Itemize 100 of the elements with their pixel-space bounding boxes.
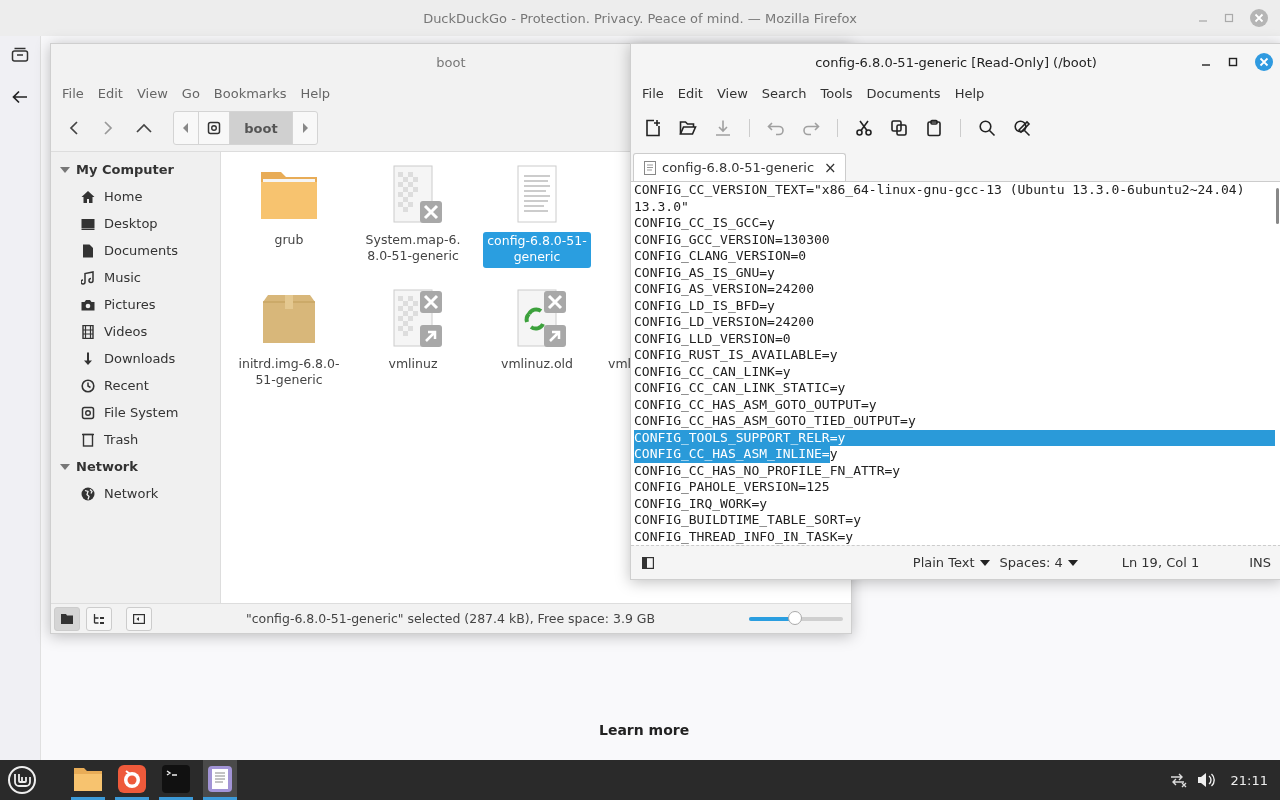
code-line: CONFIG_GCC_VERSION=130300 — [634, 231, 831, 248]
menu-item[interactable]: Help — [947, 85, 992, 101]
sidebar-heading[interactable]: My Computer — [76, 162, 174, 177]
drive-icon — [81, 405, 95, 420]
film-icon — [81, 324, 95, 339]
menu-item[interactable]: File — [55, 85, 91, 101]
code-line: CONFIG_THREAD_INFO_IN_TASK=y — [634, 528, 855, 545]
insert-mode: INS — [1249, 555, 1271, 570]
menu-item[interactable]: Edit — [670, 85, 710, 101]
sidebar-item[interactable]: File System — [104, 405, 179, 420]
trash-icon — [81, 432, 95, 447]
code-line: CONFIG_AS_VERSION=24200 — [634, 281, 815, 298]
sidebar-item[interactable]: Documents — [104, 243, 179, 258]
menu-item[interactable]: Documents — [859, 85, 948, 101]
code-line: CONFIG_IRQ_WORK=y — [634, 495, 769, 512]
tree-button[interactable] — [86, 606, 112, 631]
close-icon[interactable] — [1255, 53, 1273, 71]
window-title: DuckDuckGo - Protection. Privacy. Peace of mind. — Mozilla Firefox — [423, 10, 857, 26]
places-button[interactable] — [54, 606, 80, 631]
sidebar-item[interactable]: Network — [104, 486, 159, 501]
scrollbar[interactable] — [1276, 188, 1279, 224]
menu-item[interactable]: View — [709, 85, 755, 101]
tree-icon — [93, 613, 105, 624]
network-disconnected-icon[interactable] — [1168, 772, 1187, 788]
maximize-icon[interactable] — [1228, 57, 1238, 67]
sidebar-item[interactable]: Pictures — [104, 297, 156, 312]
code-line: CONFIG_CC_HAS_ASM_GOTO_OUTPUT=y — [634, 396, 878, 413]
browser-icon — [118, 764, 146, 793]
folder-icon — [61, 613, 73, 624]
sidebar-item[interactable]: Desktop — [104, 216, 158, 231]
taskbar-app-button[interactable] — [203, 760, 237, 800]
sidebar-item[interactable]: Downloads — [104, 351, 176, 366]
code-line: CONFIG_LLD_VERSION=0 — [634, 330, 792, 347]
text-editor-icon — [207, 764, 233, 793]
file-name[interactable]: initrd.img-6.8.0-51-generic — [235, 356, 343, 388]
code-line: CONFIG_CC_HAS_NO_PROFILE_FN_ATTR=y — [634, 462, 902, 479]
right-triangle-icon — [301, 123, 309, 133]
file-name[interactable]: System.map-6.8.0-51-generic — [359, 232, 467, 264]
clock-icon — [81, 378, 95, 393]
menu-item[interactable]: Tools — [813, 85, 860, 101]
sidebar-item[interactable]: Music — [104, 270, 141, 285]
path-button[interactable]: boot — [229, 112, 293, 144]
back-arrow-icon[interactable] — [11, 89, 29, 105]
new-icon[interactable] — [644, 119, 662, 137]
tab-label: config-6.8.0-51-generic — [662, 160, 815, 175]
sidebar-heading[interactable]: Network — [76, 459, 138, 474]
sidebar-item[interactable]: Trash — [104, 432, 139, 447]
code-line: CONFIG_LD_IS_BFD=y — [634, 297, 776, 314]
document-tab[interactable]: config-6.8.0-51-generic × — [633, 153, 846, 181]
caret-icon — [1067, 559, 1078, 566]
language-dropdown[interactable]: Plain Text — [912, 555, 990, 570]
code-line: CONFIG_CLANG_VERSION=0 — [634, 248, 808, 265]
menu-logo-icon[interactable] — [7, 765, 37, 795]
sidebar-toggle-button[interactable] — [126, 606, 152, 631]
file-name[interactable]: vmlinuz — [359, 356, 467, 372]
code-line: CONFIG_RUST_IS_AVAILABLE=y — [634, 347, 839, 364]
code-line: CONFIG_CC_HAS_ASM_GOTO_TIED_OUTPUT=y — [634, 413, 917, 430]
menu-item[interactable]: Go — [174, 85, 207, 101]
home-icon — [81, 189, 95, 204]
drive-icon — [207, 121, 221, 135]
code-line: CONFIG_PAHOLE_VERSION=125 — [634, 479, 831, 496]
open-icon[interactable] — [679, 119, 697, 137]
file-name[interactable]: vmlinuz.old — [483, 356, 591, 372]
window-title: config-6.8.0-51-generic [Read-Only] (/boot) — [815, 55, 1097, 70]
copy-icon[interactable] — [890, 119, 908, 137]
menu-item[interactable]: Bookmarks — [206, 85, 294, 101]
paste-icon[interactable] — [925, 119, 943, 137]
left-triangle-icon — [182, 123, 190, 133]
volume-icon[interactable] — [1196, 772, 1215, 788]
sidebar-item[interactable]: Videos — [104, 324, 148, 339]
document-icon — [81, 243, 95, 258]
indent-dropdown[interactable]: Spaces: 4 — [999, 555, 1078, 570]
close-tab-button[interactable]: × — [824, 158, 837, 177]
menu-item[interactable]: File — [635, 85, 671, 101]
cut-icon[interactable] — [855, 119, 873, 137]
code-line: CONFIG_CC_VERSION_TEXT="x86_64-linux-gnu-gcc-13 (Ubuntu 13.3.0-6ubuntu2~24.04) — [634, 182, 1246, 199]
expander-icon[interactable] — [60, 164, 70, 175]
status-text: "config-6.8.0-51-generic" selected (287.4 kB), Free space: 3.9 GB — [244, 611, 657, 626]
clock[interactable]: 21:11 — [1230, 772, 1268, 788]
code-line: CONFIG_CC_HAS_ASM_INLINE=y — [634, 446, 839, 463]
sidebar-item[interactable]: Recent — [104, 378, 149, 393]
file-name[interactable]: vml — [608, 356, 632, 372]
expander-icon[interactable] — [60, 461, 70, 472]
menu-item[interactable]: View — [129, 85, 175, 101]
search-icon[interactable] — [978, 119, 996, 137]
forward-icon[interactable] — [101, 120, 115, 136]
code-line: CONFIG_LD_VERSION=24200 — [634, 314, 815, 331]
folder-icon — [73, 765, 103, 792]
sidebar-item[interactable]: Home — [104, 189, 143, 204]
zoom-slider[interactable] — [749, 610, 843, 627]
replace-icon[interactable] — [1013, 119, 1031, 137]
learn-more-link[interactable]: Learn more — [599, 722, 690, 738]
file-name[interactable]: grub — [235, 232, 343, 248]
menu-item[interactable]: Help — [293, 85, 338, 101]
side-panel-icon — [642, 556, 654, 569]
up-icon[interactable] — [135, 121, 153, 135]
tab-tray-icon[interactable] — [11, 47, 29, 63]
menu-item[interactable]: Edit — [90, 85, 130, 101]
menu-item[interactable]: Search — [754, 85, 814, 101]
back-icon[interactable] — [67, 120, 81, 136]
